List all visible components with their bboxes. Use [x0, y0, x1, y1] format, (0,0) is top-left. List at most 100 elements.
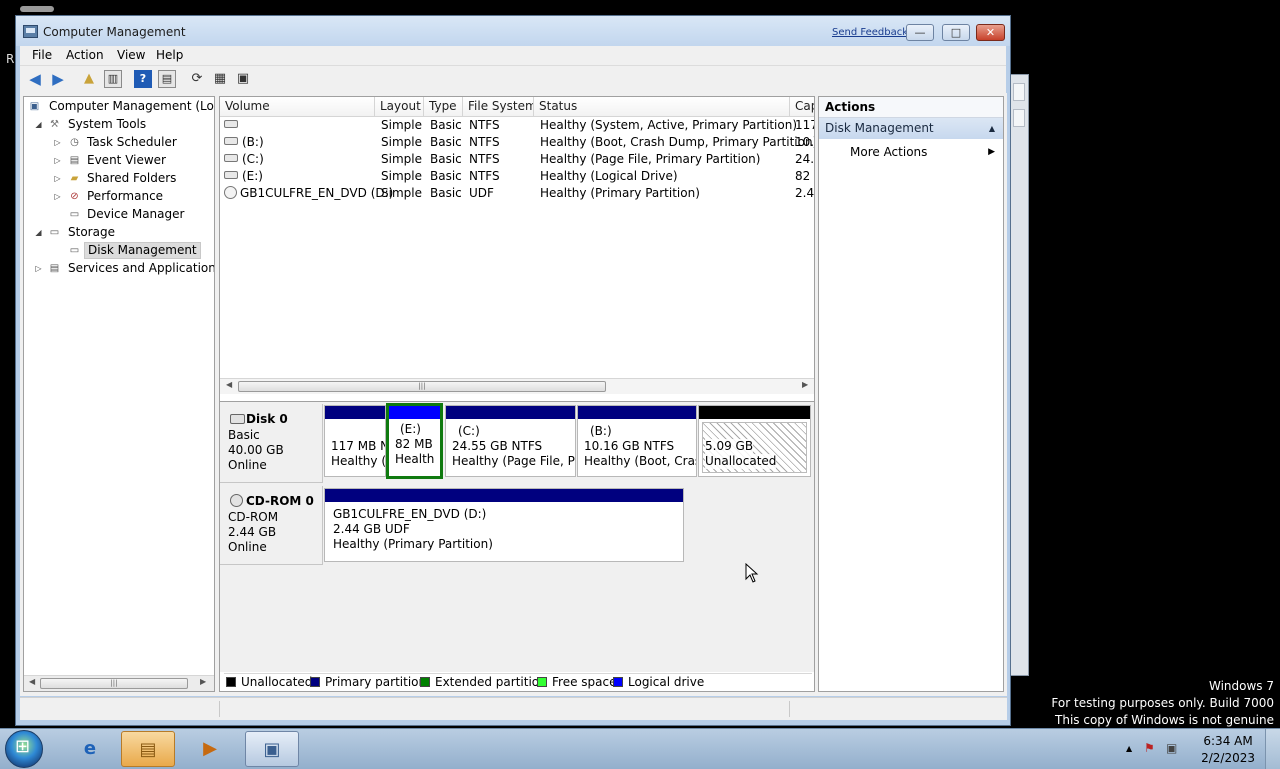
minimize-button[interactable]: —	[906, 24, 934, 41]
back-arrow-icon[interactable]: ◀	[26, 70, 44, 88]
partition-b[interactable]: (B:) 10.16 GB NTFS Healthy (Boot, Crash	[577, 405, 697, 477]
menu-action[interactable]: Action	[66, 48, 104, 62]
scroll-right-icon[interactable]: ▶	[802, 380, 808, 389]
menu-file[interactable]: File	[32, 48, 52, 62]
partition-bar	[699, 406, 810, 419]
computer-management-window: Computer Management Send Feedback — □ ✕ …	[15, 15, 1011, 726]
collapse-icon[interactable]: ◢	[34, 224, 43, 241]
tree-horizontal-scrollbar[interactable]: ◀ ||| ▶	[24, 675, 214, 691]
column-file-system[interactable]: File System	[463, 97, 534, 116]
send-feedback-link[interactable]: Send Feedback	[832, 27, 908, 38]
computer-icon: ▣	[29, 101, 40, 112]
action-center-icon[interactable]: ⚑	[1144, 741, 1155, 755]
volume-row[interactable]: Simple Basic NTFS Healthy (System, Activ…	[220, 117, 814, 134]
menu-view[interactable]: View	[117, 48, 145, 62]
maximize-button[interactable]: □	[942, 24, 970, 41]
column-capacity[interactable]: Cap	[790, 97, 814, 116]
start-button[interactable]	[5, 730, 43, 768]
disk-0-label[interactable]: Disk 0 Basic 40.00 GB Online	[220, 404, 323, 483]
mouse-cursor-icon	[745, 563, 759, 583]
media-player-icon[interactable]: ▶	[183, 731, 237, 767]
clock-time: 6:34 AM	[1203, 734, 1253, 748]
export-list-icon[interactable]: ▣	[234, 70, 252, 88]
show-desktop-button[interactable]	[1265, 729, 1280, 769]
volume-list-horizontal-scrollbar[interactable]: ◀ ||| ▶	[220, 378, 814, 394]
windows-watermark: Windows 7 For testing purposes only. Bui…	[1051, 678, 1274, 729]
volume-row[interactable]: (B:) Simple Basic NTFS Healthy (Boot, Cr…	[220, 134, 814, 151]
show-hide-action-pane-icon[interactable]: ▤	[158, 70, 176, 88]
computer-management-taskbar-button[interactable]: ▣	[245, 731, 299, 767]
disk-management-icon: ▭	[69, 245, 80, 256]
expand-icon[interactable]: ▷	[53, 188, 62, 205]
actions-title: Actions	[819, 97, 1003, 118]
expand-icon[interactable]: ▷	[53, 152, 62, 169]
more-actions-item[interactable]: More Actions ▶	[819, 143, 1003, 161]
cdrom-0-label[interactable]: CD-ROM 0 CD-ROM 2.44 GB Online	[220, 486, 323, 565]
column-layout[interactable]: Layout	[375, 97, 424, 116]
cd-drive-icon	[230, 494, 243, 507]
partition-bar	[325, 489, 683, 502]
partition-unallocated[interactable]: 5.09 GB Unallocated	[698, 405, 811, 477]
column-status[interactable]: Status	[534, 97, 790, 116]
watermark-line: For testing purposes only. Build 7000	[1051, 696, 1274, 710]
show-hidden-icons-icon[interactable]: ▲	[1126, 744, 1132, 753]
expand-icon[interactable]: ▷	[34, 260, 43, 277]
console-tree: ▣ Computer Management (Local ◢ ⚒ System …	[23, 96, 215, 692]
scroll-left-icon[interactable]: ◀	[29, 677, 35, 686]
clock-icon: ◷	[70, 137, 79, 148]
expand-icon[interactable]: ▷	[53, 170, 62, 187]
help-icon[interactable]: ?	[134, 70, 152, 88]
scrollbar-thumb[interactable]: |||	[238, 381, 606, 392]
desktop-partial-text: R	[6, 52, 15, 66]
scroll-right-icon[interactable]: ▶	[200, 677, 206, 686]
system-tools-icon: ⚒	[50, 119, 59, 130]
drive-icon	[224, 120, 238, 128]
actions-section-disk-management[interactable]: Disk Management ▲	[819, 118, 1003, 139]
drive-icon	[224, 154, 238, 162]
collapse-up-icon[interactable]: ▲	[989, 118, 995, 139]
clock[interactable]: 6:34 AM 2/2/2023	[1201, 733, 1255, 767]
column-type[interactable]: Type	[424, 97, 463, 116]
drive-icon	[224, 171, 238, 179]
legend-extended-partition: Extended partition	[420, 674, 547, 691]
column-volume[interactable]: Volume	[220, 97, 375, 116]
internet-explorer-icon[interactable]: e	[63, 731, 117, 767]
menu-help[interactable]: Help	[156, 48, 183, 62]
services-icon: ▤	[49, 263, 60, 274]
up-folder-icon[interactable]: ▲	[80, 70, 98, 88]
volume-row[interactable]: GB1CULFRE_EN_DVD (D:) Simple Basic UDF H…	[220, 185, 814, 202]
refresh-icon[interactable]: ⟳	[188, 70, 206, 88]
status-bar	[20, 697, 1007, 720]
legend-logical-drive: Logical drive	[613, 674, 704, 691]
scroll-left-icon[interactable]: ◀	[226, 380, 232, 389]
title-bar[interactable]: Computer Management Send Feedback — □ ✕	[16, 16, 1010, 46]
partition-c[interactable]: (C:) 24.55 GB NTFS Healthy (Page File, P…	[445, 405, 576, 477]
expand-icon[interactable]: ▷	[53, 134, 62, 151]
background-window-edge	[1010, 74, 1029, 676]
disk-graphical-view: Disk 0 Basic 40.00 GB Online 117 MB N He…	[220, 401, 814, 672]
system-tray: ▲ ⚑ ▣ 6:34 AM 2/2/2023	[1110, 729, 1280, 769]
scrollbar-thumb[interactable]: |||	[40, 678, 188, 689]
partition-d-dvd[interactable]: GB1CULFRE_EN_DVD (D:) 2.44 GB UDF Health…	[324, 488, 684, 562]
network-icon[interactable]: ▣	[1166, 741, 1177, 755]
watermark-line: This copy of Windows is not genuine	[1055, 713, 1274, 727]
windows-explorer-icon[interactable]: ▤	[121, 731, 175, 767]
drive-icon	[224, 137, 238, 145]
partition-bar	[578, 406, 696, 419]
performance-icon: ⊘	[70, 191, 79, 202]
forward-arrow-icon[interactable]: ▶	[49, 70, 67, 88]
desktop-icon-stub	[20, 6, 54, 12]
device-manager-icon: ▭	[69, 209, 80, 220]
partition-bar	[389, 406, 440, 419]
volume-row[interactable]: (E:) Simple Basic NTFS Healthy (Logical …	[220, 168, 814, 185]
close-button[interactable]: ✕	[976, 24, 1005, 41]
window-title: Computer Management	[43, 25, 186, 39]
partition-system-reserved[interactable]: 117 MB N Healthy (	[324, 405, 386, 477]
partition-e-selected[interactable]: (E:) 82 MB Health	[386, 403, 443, 479]
menu-bar: File Action View Help	[20, 46, 1006, 65]
collapse-icon[interactable]: ◢	[34, 116, 43, 133]
properties-icon[interactable]: ▦	[211, 70, 229, 88]
toolbar: ◀ ▶ ▲ ▥ ? ▤ ⟳ ▦ ▣	[20, 65, 1006, 93]
show-hide-tree-icon[interactable]: ▥	[104, 70, 122, 88]
volume-row[interactable]: (C:) Simple Basic NTFS Healthy (Page Fil…	[220, 151, 814, 168]
